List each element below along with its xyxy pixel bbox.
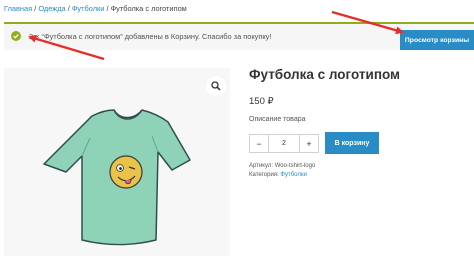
breadcrumb-home-link[interactable]: Главная	[4, 4, 32, 13]
sku-value: Woo-tshirt-logo	[274, 163, 316, 169]
product-gallery[interactable]	[4, 68, 230, 256]
breadcrumb: Главная / Одежда / Футболки / Футболка с…	[4, 4, 187, 13]
product-price: 150 ₽	[249, 96, 274, 107]
view-cart-button[interactable]: Просмотр корзины	[400, 30, 474, 50]
breadcrumb-separator: /	[34, 4, 37, 13]
notice-message: 2 × “Футболка с логотипом” добавлены в К…	[29, 32, 272, 41]
category-link[interactable]: Футболки	[280, 172, 306, 178]
zoom-button[interactable]	[206, 76, 226, 96]
category-label: Категория:	[249, 172, 279, 178]
quantity-decrease-button[interactable]: −	[249, 134, 269, 153]
product-image	[43, 109, 191, 246]
breadcrumb-tshirts-link[interactable]: Футболки	[72, 4, 105, 13]
magnifier-icon	[211, 81, 221, 91]
check-circle-icon	[11, 31, 21, 41]
product-title: Футболка с логотипом	[249, 67, 401, 82]
breadcrumb-separator: /	[67, 4, 70, 13]
breadcrumb-separator: /	[106, 4, 109, 13]
product-category: Категория: Футболки	[249, 172, 307, 178]
product-short-description: Описание товара	[249, 116, 306, 123]
sku-label: Артикул:	[249, 163, 274, 169]
breadcrumb-clothing-link[interactable]: Одежда	[38, 4, 65, 13]
cart-notice: 2 × “Футболка с логотипом” добавлены в К…	[4, 22, 474, 50]
breadcrumb-current: Футболка с логотипом	[110, 4, 187, 13]
quantity-input[interactable]: 2	[268, 134, 300, 153]
product-sku: Артикул: Woo-tshirt-logo	[249, 163, 315, 169]
add-to-cart-button[interactable]: В корзину	[325, 132, 379, 154]
quantity-increase-button[interactable]: +	[299, 134, 319, 153]
